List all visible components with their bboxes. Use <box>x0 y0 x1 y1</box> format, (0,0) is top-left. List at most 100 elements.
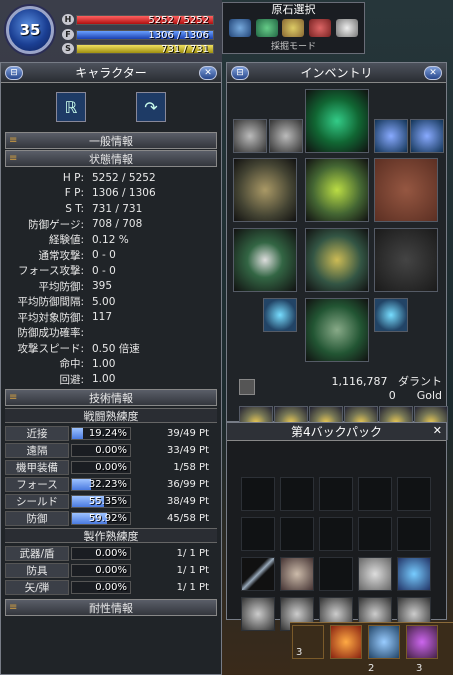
hotbar-key-3: 3 <box>416 663 423 674</box>
equip-slot-back[interactable] <box>374 228 438 292</box>
proficiency-points: 1/ 1 Pt <box>176 564 209 576</box>
proficiency-points: 1/58 Pt <box>173 461 209 473</box>
backpack-slot[interactable] <box>397 517 431 551</box>
dalant-amount: 1,116,787 <box>331 375 388 388</box>
close-icon[interactable]: ✕ <box>424 66 442 80</box>
ore-green-icon[interactable] <box>255 19 278 37</box>
backpack-title-bar[interactable]: 第4バックパック ✕ <box>227 423 446 441</box>
backpack-slot[interactable] <box>280 517 314 551</box>
hotbar: 3 2 3 <box>290 622 453 675</box>
stat-label: F P: <box>64 187 84 200</box>
backpack-slot[interactable] <box>397 557 431 591</box>
equip-slot-potion-1[interactable] <box>374 119 408 153</box>
equip-slot-shoulder[interactable] <box>305 89 369 153</box>
equip-slot-weapon[interactable] <box>233 158 297 222</box>
proficiency-row: シールド 55.35% 38/49 Pt <box>5 493 217 509</box>
dalant-row: 1,116,787 ダラント <box>227 373 442 389</box>
character-title-bar[interactable]: ⊟ キャラクター ✕ <box>1 63 221 83</box>
backpack-slot[interactable] <box>241 597 275 631</box>
hotbar-slot-ice-icon[interactable] <box>368 625 400 659</box>
proficiency-bar: 59.92% <box>71 511 131 525</box>
equip-slot-body[interactable] <box>305 158 369 222</box>
stat-label: 経験値: <box>48 234 84 247</box>
proficiency-points: 1/ 1 Pt <box>176 581 209 593</box>
skill-info-header[interactable]: ≡ 技術情報 <box>5 389 217 406</box>
craft-proficiency-list: 武器/盾 0.00% 1/ 1 Pt 防具 0.00% 1/ 1 Pt 矢/弾 … <box>1 545 221 595</box>
proficiency-bar: 0.00% <box>71 546 131 560</box>
stat-value: 0 - 0 <box>92 264 116 277</box>
minimize-icon[interactable]: ⊟ <box>5 66 23 80</box>
player-status: 35 H 5252 / 5252 F 1306 / 1306 S 731 / 7… <box>0 0 222 56</box>
equip-slot-ring-2[interactable] <box>374 298 408 332</box>
level-orb: 35 <box>6 6 54 54</box>
equip-slot-ring-1[interactable] <box>263 298 297 332</box>
stat-value: 0.50 倍速 <box>92 342 140 355</box>
backpack-slot[interactable] <box>358 517 392 551</box>
hotbar-slot-fire-icon[interactable] <box>330 625 362 659</box>
ore-white-icon[interactable] <box>335 19 358 37</box>
stat-label: S T: <box>65 202 84 215</box>
blue-potion-icon <box>375 120 407 152</box>
equip-slot-potion-2[interactable] <box>410 119 444 153</box>
equip-slot-ammo-1[interactable] <box>233 119 267 153</box>
dark-cloak-icon <box>375 229 437 291</box>
proficiency-bar: 55.35% <box>71 494 131 508</box>
equip-slot-gloves[interactable] <box>233 228 297 292</box>
ore-blue-icon[interactable] <box>229 19 252 37</box>
backpack-slot[interactable] <box>319 477 353 511</box>
backpack-slot[interactable] <box>319 557 353 591</box>
backpack-slot[interactable] <box>280 557 314 591</box>
equip-slot-pants[interactable] <box>305 228 369 292</box>
stat-value: 731 / 731 <box>92 202 143 215</box>
gun-weapon-icon <box>234 159 296 221</box>
equip-slot-boots[interactable] <box>305 298 369 362</box>
ore-gold-icon[interactable] <box>282 19 305 37</box>
equip-slot-ammo-2[interactable] <box>269 119 303 153</box>
proficiency-label: シールド <box>5 493 69 509</box>
durability-info-header[interactable]: ≡ 耐性情報 <box>5 599 217 616</box>
stat-value: 117 <box>92 311 113 324</box>
cloak-placeholder-icon <box>375 159 437 221</box>
proficiency-label: 防具 <box>5 562 69 578</box>
leg-armor-icon <box>306 229 368 291</box>
hotbar-slot-magic-icon[interactable] <box>406 625 438 659</box>
backpack-slot[interactable] <box>319 517 353 551</box>
blue-card-icon <box>398 558 430 590</box>
gold-row: 0 Gold <box>227 389 442 402</box>
skill-r-icon[interactable]: ℝ <box>56 92 86 122</box>
status-info-header[interactable]: ≡ 状態情報 <box>5 150 217 167</box>
backpack-slot[interactable] <box>358 557 392 591</box>
stat-label: H P: <box>62 171 84 184</box>
gold-amount: 0 <box>388 389 396 402</box>
stat-value: 1.00 <box>92 373 116 386</box>
skill-info-label: 技術情報 <box>89 391 133 405</box>
equip-slot-cloak[interactable] <box>374 158 438 222</box>
proficiency-row: 防具 0.00% 1/ 1 Pt <box>5 562 217 578</box>
shoulder-armor-icon <box>306 90 368 152</box>
stat-row: フォース攻撃: 0 - 0 <box>1 263 221 279</box>
st-value: 731 / 731 <box>161 43 209 55</box>
backpack-slot[interactable] <box>358 477 392 511</box>
proficiency-points: 1/ 1 Pt <box>176 547 209 559</box>
inventory-title-bar[interactable]: ⊟ インベントリ ✕ <box>227 63 446 83</box>
proficiency-bar: 0.00% <box>71 563 131 577</box>
backpack-slot[interactable] <box>241 477 275 511</box>
close-icon[interactable]: ✕ <box>199 66 217 80</box>
proficiency-label: 武器/盾 <box>5 545 69 561</box>
backpack-slot[interactable] <box>241 557 275 591</box>
combat-proficiency-header: 戦闘熟練度 <box>5 408 217 423</box>
hotbar-slot-number: 3 <box>296 647 303 658</box>
proficiency-row: 近接 19.24% 39/49 Pt <box>5 425 217 441</box>
backpack-slot[interactable] <box>280 477 314 511</box>
mining-mode-label[interactable]: 採掘モード <box>223 39 364 52</box>
stat-row: 通常攻撃: 0 - 0 <box>1 248 221 264</box>
skill-arrow-icon[interactable]: ↷ <box>136 92 166 122</box>
proficiency-label: フォース <box>5 476 69 492</box>
proficiency-percent: 0.00% <box>95 444 127 456</box>
backpack-slot[interactable] <box>397 477 431 511</box>
ore-red-icon[interactable] <box>309 19 332 37</box>
general-info-header[interactable]: ≡ 一般情報 <box>5 132 217 149</box>
minimize-icon[interactable]: ⊟ <box>231 66 249 80</box>
backpack-close-icon[interactable]: ✕ <box>433 424 442 437</box>
backpack-slot[interactable] <box>241 517 275 551</box>
